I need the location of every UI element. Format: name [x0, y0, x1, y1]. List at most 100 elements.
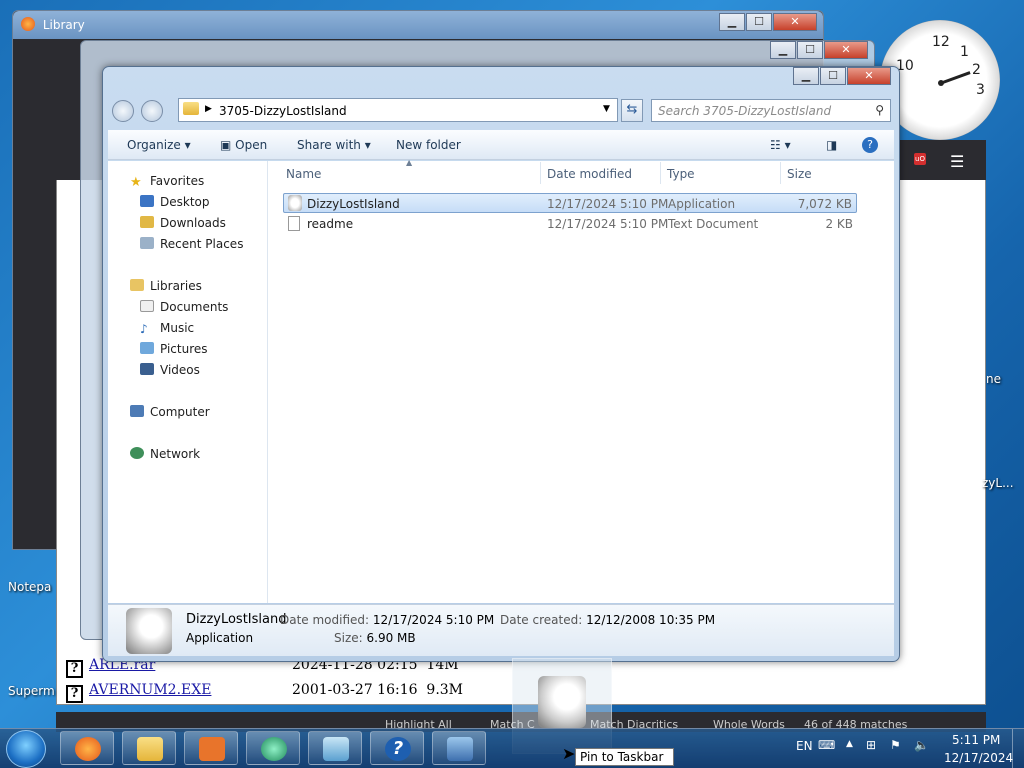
taskbar-computer[interactable]	[432, 731, 486, 765]
volume-icon[interactable]: 🔈	[914, 738, 929, 752]
close-button[interactable]: ✕	[824, 41, 868, 59]
help-icon[interactable]: ?	[862, 137, 878, 153]
details-file-kind: Application	[186, 631, 254, 645]
nav-libraries[interactable]: Libraries	[130, 279, 202, 293]
forward-button[interactable]	[141, 100, 163, 122]
column-header-name[interactable]: Name	[286, 167, 321, 181]
maximize-button[interactable]: ☐	[820, 67, 846, 85]
sort-arrow-icon: ▲	[406, 158, 413, 167]
documents-icon	[140, 300, 154, 312]
open-button[interactable]: ▣ Open	[220, 138, 267, 152]
clock-date[interactable]: 12/17/2024	[944, 751, 1013, 765]
minimize-button[interactable]: ▁	[719, 13, 745, 31]
firefox-icon	[21, 17, 35, 31]
open-icon: ▣	[220, 138, 232, 152]
desktop-icon-side[interactable]: zyL...	[982, 476, 1014, 490]
new-folder-button[interactable]: New folder	[396, 138, 461, 152]
details-size: Size: 6.90 MB	[334, 631, 416, 645]
nav-music[interactable]: ♪ Music	[140, 321, 194, 336]
nav-network[interactable]: Network	[130, 447, 200, 461]
list-item: ? AVERNUM2.EXE 2001-03-27 16:16 9.3M	[66, 682, 463, 703]
nav-desktop[interactable]: Desktop	[140, 195, 210, 209]
nav-pictures[interactable]: Pictures	[140, 342, 208, 356]
computer-icon	[130, 405, 144, 417]
minimize-button[interactable]: ▁	[793, 67, 819, 85]
start-button[interactable]	[6, 730, 46, 768]
details-modified: Date modified: 12/17/2024 5:10 PM	[280, 613, 495, 627]
close-button[interactable]: ✕	[773, 13, 817, 31]
app-icon	[261, 737, 287, 761]
clock-hand	[939, 71, 971, 85]
column-header-size[interactable]: Size	[787, 167, 812, 181]
column-header-date[interactable]: Date modified	[547, 167, 632, 181]
action-center-icon[interactable]: ⚑	[890, 738, 901, 752]
back-button[interactable]	[112, 100, 134, 122]
view-options-icon[interactable]: ☷ ▾	[770, 138, 791, 152]
taskbar-app[interactable]	[246, 731, 300, 765]
computer-icon	[447, 737, 473, 761]
network-icon	[130, 447, 144, 459]
nav-favorites[interactable]: ★ Favorites	[130, 174, 204, 190]
recent-places-icon	[140, 237, 154, 249]
search-input[interactable]: Search 3705-DizzyLostIsland ⚲	[651, 99, 891, 122]
folder-icon	[183, 102, 199, 115]
minimize-button[interactable]: ▁	[770, 41, 796, 59]
network-tray-icon[interactable]: ⊞	[866, 738, 876, 752]
taskbar-notepad[interactable]	[308, 731, 362, 765]
library-title: Library	[42, 18, 85, 32]
maximize-button[interactable]: ☐	[746, 13, 772, 31]
close-button[interactable]: ✕	[847, 67, 891, 85]
column-header-type[interactable]: Type	[667, 167, 695, 181]
chevron-down-icon[interactable]: ▼	[603, 104, 610, 114]
drag-icon	[538, 676, 586, 728]
file-link[interactable]: AVERNUM2.EXE	[89, 682, 211, 698]
breadcrumb[interactable]: 3705-DizzyLostIsland	[219, 104, 347, 118]
desktop-icon-side[interactable]: ne	[986, 372, 1001, 386]
details-created: Date created: 12/12/2008 10:35 PM	[500, 613, 716, 627]
nav-recent-places[interactable]: Recent Places	[140, 237, 243, 251]
show-desktop-button[interactable]	[1012, 729, 1024, 768]
preview-pane-icon[interactable]: ◨	[826, 138, 837, 152]
table-row[interactable]: readme 12/17/2024 5:10 PM Text Document …	[283, 214, 857, 234]
firefox-icon	[75, 737, 101, 761]
menu-icon[interactable]: ☰	[950, 152, 964, 171]
taskbar-help[interactable]: ?	[370, 731, 424, 765]
nav-documents[interactable]: Documents	[140, 300, 228, 314]
pin-tooltip: Pin to Taskbar	[575, 748, 674, 766]
unknown-file-icon: ?	[66, 660, 83, 678]
organize-button[interactable]: Organize ▾	[127, 138, 191, 152]
help-icon: ?	[385, 737, 411, 761]
desktop-icon-notepad[interactable]: Notepa	[8, 580, 51, 594]
star-icon: ★	[130, 175, 142, 190]
ublock-icon[interactable]: uO	[914, 153, 926, 165]
notepad-icon	[323, 737, 349, 761]
nav-downloads[interactable]: Downloads	[140, 216, 226, 230]
keyboard-icon[interactable]: ⌨	[818, 738, 835, 752]
unknown-file-icon: ?	[66, 685, 83, 703]
clock-time[interactable]: 5:11 PM	[952, 733, 1000, 747]
table-row[interactable]: DizzyLostIsland 12/17/2024 5:10 PM Appli…	[283, 193, 857, 213]
details-file-name: DizzyLostIsland	[186, 612, 287, 627]
refresh-button[interactable]: ⇆	[621, 99, 643, 122]
nav-computer[interactable]: Computer	[130, 405, 210, 419]
cursor-icon: ➤	[562, 744, 576, 763]
text-document-icon	[288, 216, 300, 231]
share-with-button[interactable]: Share with ▾	[297, 138, 371, 152]
maximize-button[interactable]: ☐	[797, 41, 823, 59]
taskbar-firefox[interactable]	[60, 731, 114, 765]
media-icon	[199, 737, 225, 761]
breadcrumb-arrow-icon[interactable]: ▶	[205, 104, 212, 114]
show-hidden-icons[interactable]: ▲	[846, 739, 853, 749]
music-icon: ♪	[140, 322, 148, 336]
library-titlebar[interactable]: Library ▁ ☐ ✕	[13, 11, 823, 39]
language-indicator[interactable]: EN	[796, 739, 813, 753]
nav-videos[interactable]: Videos	[140, 363, 200, 377]
taskbar-media[interactable]	[184, 731, 238, 765]
clock-center	[938, 80, 944, 86]
taskbar-explorer[interactable]	[122, 731, 176, 765]
search-icon: ⚲	[875, 103, 884, 117]
application-icon	[288, 195, 302, 211]
desktop-icon-superm[interactable]: Superm	[8, 684, 55, 698]
downloads-icon	[140, 216, 154, 228]
videos-icon	[140, 363, 154, 375]
